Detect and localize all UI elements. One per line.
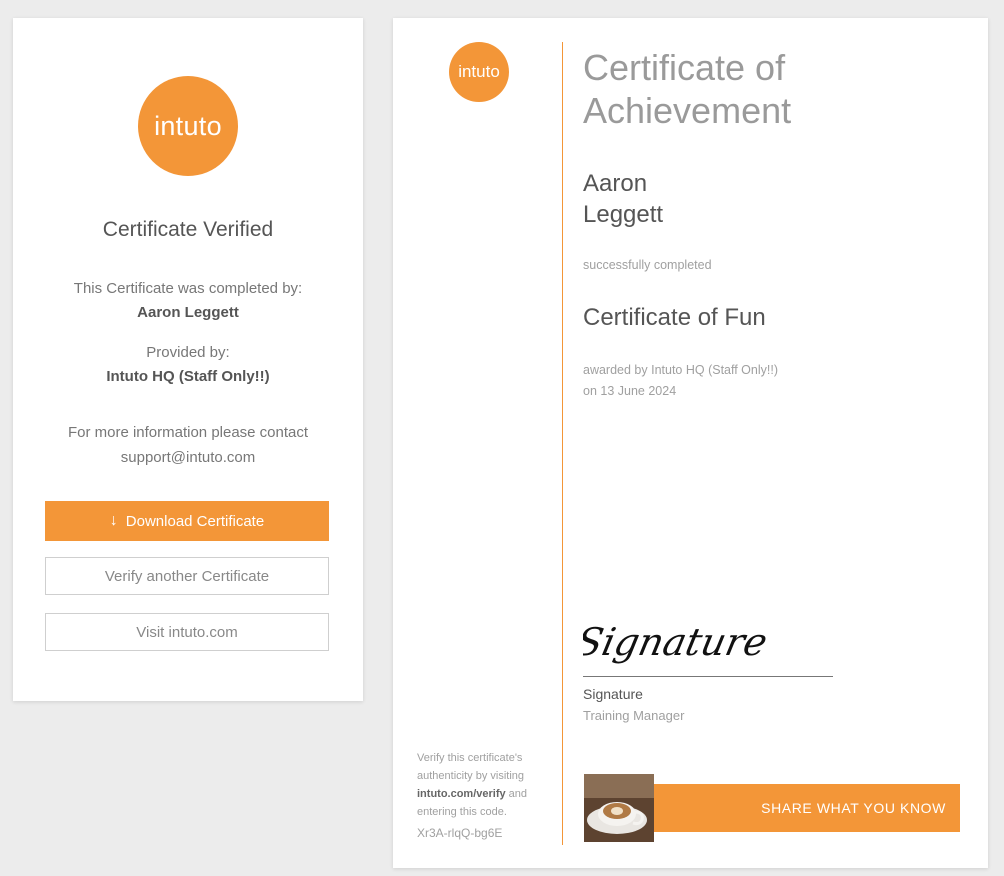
contact-label: For more information please contact bbox=[67, 424, 309, 441]
visit-label: Visit intuto.com bbox=[136, 623, 238, 641]
title-line-1: Certificate of bbox=[583, 47, 786, 88]
intuto-logo: intuto bbox=[138, 76, 238, 176]
recipient-first-name: Aaron bbox=[583, 170, 648, 197]
course-name: Certificate of Fun bbox=[583, 304, 766, 331]
coffee-cup-photo bbox=[584, 774, 654, 842]
download-label: Download Certificate bbox=[125, 512, 265, 530]
recipient-last-name: Leggett bbox=[583, 201, 664, 228]
signature-script: Signature bbox=[583, 620, 771, 665]
verify-another-label: Verify another Certificate bbox=[104, 567, 270, 585]
verification-card: intuto Certificate Verified This Certifi… bbox=[13, 18, 363, 701]
completed-by-label: This Certificate was completed by: bbox=[73, 280, 303, 297]
visit-intuto-button[interactable]: Visit intuto.com bbox=[45, 613, 329, 651]
signature-name: Signature bbox=[583, 686, 643, 702]
recipient-name: Aaron Leggett bbox=[583, 168, 703, 230]
awarded-date: on 13 June 2024 bbox=[583, 384, 677, 398]
awarded-by: awarded by Intuto HQ (Staff Only!!) bbox=[583, 363, 778, 377]
share-banner: SHARE WHAT YOU KNOW bbox=[654, 784, 960, 832]
signature-role: Training Manager bbox=[583, 708, 685, 723]
signature-image: Signature bbox=[583, 620, 771, 665]
download-certificate-button[interactable]: ↓ Download Certificate bbox=[45, 501, 329, 541]
banner-text: SHARE WHAT YOU KNOW bbox=[761, 800, 946, 816]
logo-text: intuto bbox=[154, 110, 222, 141]
provided-by-name: Intuto HQ (Staff Only!!) bbox=[106, 368, 270, 385]
verify-another-button[interactable]: Verify another Certificate bbox=[45, 557, 329, 595]
completed-text: successfully completed bbox=[583, 258, 712, 272]
title-line-2: Achievement bbox=[583, 90, 792, 131]
certificate-logo-text: intuto bbox=[458, 62, 500, 81]
provided-by-label: Provided by: bbox=[146, 344, 230, 361]
verify-link[interactable]: intuto.com/verify bbox=[417, 788, 506, 800]
verify-text-1: Verify this certificate's authenticity b… bbox=[417, 752, 524, 782]
certificate-logo: intuto bbox=[449, 42, 509, 102]
completed-by-name: Aaron Leggett bbox=[137, 304, 239, 321]
arrow-down-icon: ↓ bbox=[109, 512, 118, 529]
certificate-divider bbox=[562, 42, 563, 845]
verify-code: Xr3A-rlqQ-bg6E bbox=[417, 826, 503, 840]
verify-note: Verify this certificate's authenticity b… bbox=[417, 749, 547, 821]
verified-title: Certificate Verified bbox=[102, 218, 274, 241]
contact-email[interactable]: support@intuto.com bbox=[13, 449, 363, 466]
certificate: intuto Certificate of Achievement Aaron … bbox=[393, 18, 988, 868]
signature-line bbox=[583, 676, 833, 677]
certificate-title: Certificate of Achievement bbox=[583, 46, 963, 132]
